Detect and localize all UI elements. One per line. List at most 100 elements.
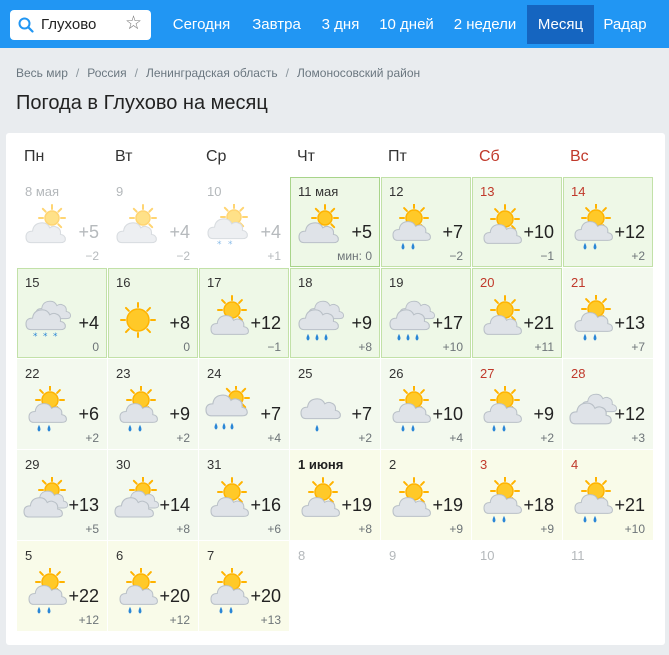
day-cell[interactable]: 15 * * * +4 0 [17,268,107,358]
temp-max: +6 [78,404,99,424]
day-cell[interactable]: 23 +9 +2 [108,359,198,449]
breadcrumb-link[interactable]: Ленинградская область [146,66,278,80]
temp-min: −1 [540,249,554,263]
day-cell[interactable]: 13 +10 −1 [472,177,562,267]
sun-cloud-rain-icon [113,385,163,436]
day-date: 19 [389,275,404,290]
search-input[interactable]: Глухово [41,16,96,34]
nav-tab-1[interactable]: Завтра [242,5,311,44]
day-cell[interactable]: 12 +7 −2 [381,177,471,267]
weekday-header: Ср [206,148,227,165]
temp-max: +19 [432,495,463,515]
clouds-rain-icon [386,295,436,345]
page-title: Погода в Глухово на месяц [16,92,268,114]
day-date: 10 [207,184,222,199]
search-icon [18,17,34,33]
temp-min: +2 [358,431,372,445]
day-date: 1 июня [298,457,344,472]
weekday-header: Пт [388,148,407,165]
day-cell[interactable]: 1 июня +19 +8 [290,450,380,540]
cloud-sun-snow-icon: * * [204,203,254,254]
temp-max: +13 [68,495,99,515]
search-box[interactable]: Глухово ☆ [10,10,151,40]
svg-text:*: * [228,240,233,250]
day-cell[interactable]: 21 +13 +7 [563,268,653,358]
temp-min: +11 [534,340,554,354]
day-cell: 8 [290,541,380,631]
temp-min: +2 [85,431,99,445]
sun-cloud-icon [477,204,527,254]
cloud-sun-icon [22,204,72,254]
day-cell[interactable]: 6 +20 +12 [108,541,198,631]
nav-tab-4[interactable]: 2 недели [443,5,527,44]
sun-cloud-rain-icon [568,476,618,527]
day-cell: 11 [563,541,653,631]
temp-min: −2 [176,249,190,263]
sun-cloud-icon [295,477,345,527]
temp-max: +17 [432,313,463,333]
day-cell[interactable]: 11 мая +5 мин: 0 [290,177,380,267]
day-cell[interactable]: 5 +22 +12 [17,541,107,631]
day-cell[interactable]: 7 +20 +13 [199,541,289,631]
temp-max: +5 [351,222,372,242]
temp-max: +9 [351,313,372,333]
day-cell[interactable]: 19 +17 +10 [381,268,471,358]
day-cell[interactable]: 31 +16 +6 [199,450,289,540]
weekday-header: Пн [24,148,45,165]
sun-cloud-rain-icon [22,567,72,618]
day-cell[interactable]: 27 +9 +2 [472,359,562,449]
day-cell[interactable]: 20 +21 +11 [472,268,562,358]
day-cell[interactable]: 2 +19 +9 [381,450,471,540]
day-cell[interactable]: 8 мая +5 −2 [17,177,107,267]
day-date: 11 [571,548,585,563]
day-cell[interactable]: 18 +9 +8 [290,268,380,358]
day-cell[interactable]: 4 +21 +10 [563,450,653,540]
day-cell[interactable]: 14 +12 +2 [563,177,653,267]
day-date: 8 [298,548,306,563]
temp-min: +2 [631,249,645,263]
day-cell[interactable]: 3 +18 +9 [472,450,562,540]
day-cell[interactable]: 17 +12 −1 [199,268,289,358]
breadcrumb-link[interactable]: Россия [87,66,126,80]
day-cell[interactable]: 29 +13 +5 [17,450,107,540]
day-cell[interactable]: 25 +7 +2 [290,359,380,449]
temp-max: +12 [614,404,645,424]
day-cell: 10 [472,541,562,631]
favorite-star-icon[interactable]: ☆ [125,13,142,35]
day-date: 22 [25,366,40,381]
cloud-sun-rain-heavy-icon [204,384,254,436]
day-cell[interactable]: 9 +4 −2 [108,177,198,267]
day-date: 11 мая [298,184,339,199]
day-cell[interactable]: 22 +6 +2 [17,359,107,449]
temp-max: +7 [442,222,463,242]
nav-tab-2[interactable]: 3 дня [311,5,370,44]
breadcrumb-link[interactable]: Ломоносовский район [297,66,420,80]
nav-tab-0[interactable]: Сегодня [161,5,242,44]
nav-tab-5[interactable]: Месяц [527,5,594,44]
day-date: 26 [389,366,404,381]
day-cell[interactable]: 10 * * +4 +1 [199,177,289,267]
temp-max: +21 [614,495,645,515]
day-cell[interactable]: 16 +8 0 [108,268,198,358]
temp-max: +9 [169,404,190,424]
day-cell[interactable]: 28 +12 +3 [563,359,653,449]
nav-tab-3[interactable]: 10 дней [370,5,443,44]
day-date: 13 [480,184,495,199]
day-date: 9 [389,548,397,563]
temp-min: +10 [442,340,463,354]
temp-min: +12 [169,613,190,627]
sun-cloud-icon [386,477,436,527]
day-cell[interactable]: 24 +7 +4 [199,359,289,449]
day-date: 12 [389,184,404,199]
day-date: 5 [25,548,33,563]
sun-cloud-rain-icon [386,385,436,436]
day-cell[interactable]: 30 +14 +8 [108,450,198,540]
day-date: 8 мая [25,184,60,199]
breadcrumb-separator: / [134,66,138,80]
top-bar: Глухово ☆ Сегодня Завтра 3 дня 10 дней 2 нед… [0,0,669,48]
day-date: 29 [25,457,40,472]
cloud-sun-icon [295,204,345,254]
breadcrumb-link[interactable]: Весь мир [16,66,68,80]
day-cell[interactable]: 26 +10 +4 [381,359,471,449]
nav-tab-6[interactable]: Радар [594,5,656,44]
